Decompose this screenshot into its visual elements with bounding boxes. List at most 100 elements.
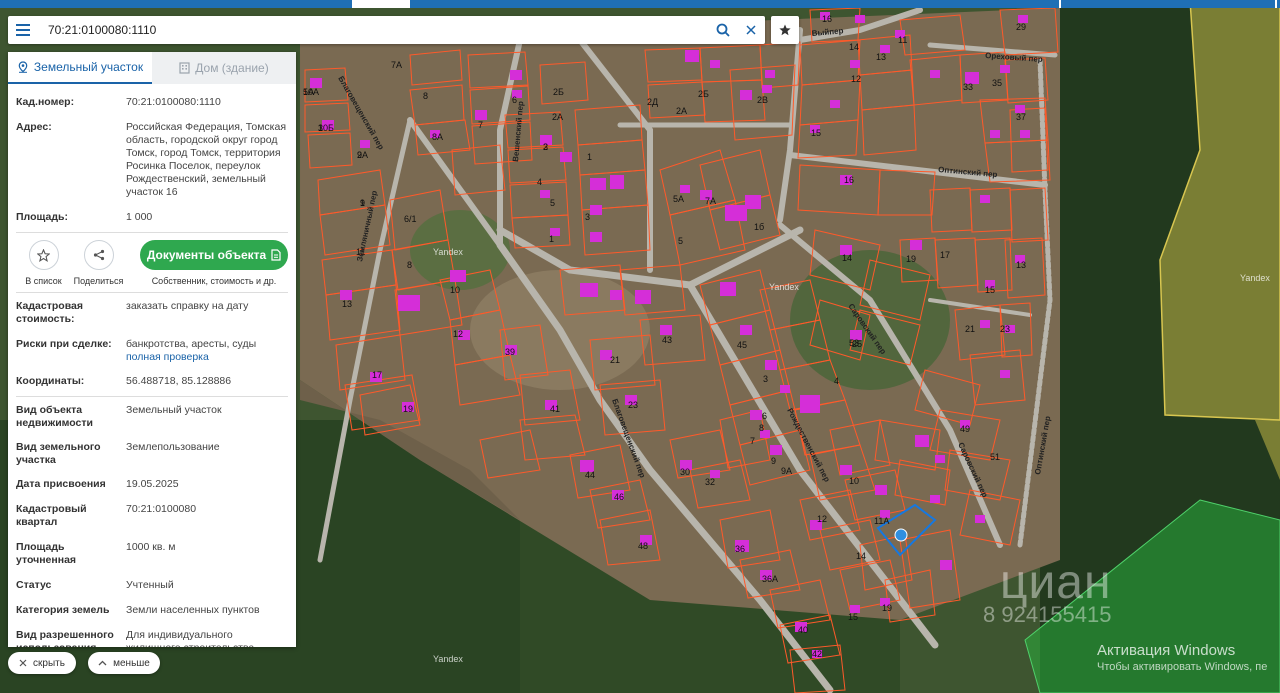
category-value: Земли населенных пунктов (126, 604, 260, 616)
parcel-number: 9А (781, 466, 792, 476)
yandex-label: Yandex (769, 282, 799, 292)
tab-house[interactable]: Дом (здание) (152, 52, 296, 84)
parcel-number: 14 (849, 42, 859, 52)
share-icon (93, 249, 104, 261)
parcel-number: 2 (357, 150, 362, 160)
category-row: Категория земель Земли населенных пункто… (8, 604, 296, 617)
cadnum-row: Кад.номер: 70:21:0100080:1110 (8, 96, 296, 109)
divider (16, 232, 288, 233)
area-value: 1 000 (126, 211, 153, 223)
parcel-number: 36А (762, 574, 778, 584)
parcel-number: 48 (638, 541, 648, 551)
yandex-label: Yandex (433, 247, 463, 257)
status-row: Статус Учтенный (8, 579, 296, 592)
document-icon (271, 249, 281, 261)
address-value: Российская Федерация, Томская область, г… (126, 121, 287, 198)
status-value: Учтенный (126, 579, 174, 591)
close-icon (19, 659, 27, 667)
order-certificate-link[interactable]: заказать справку на дату (126, 300, 288, 326)
status-label: Статус (16, 579, 52, 591)
close-icon (746, 25, 756, 35)
tab-land-plot[interactable]: Земельный участок (8, 52, 152, 84)
risks-label: Риски при сделке: (16, 338, 112, 350)
parcel-number: 5 (678, 236, 683, 246)
area-exact-row: Площадь уточненная 1000 кв. м (8, 541, 296, 567)
hide-panel-button[interactable]: скрыть (8, 652, 76, 674)
risks-value: банкротства, аресты, суды полная проверк… (126, 338, 288, 364)
parcel-number: 7 (750, 436, 755, 446)
tab-label: Земельный участок (33, 60, 144, 74)
parcel-number: 14 (842, 253, 852, 263)
parcel-number: 2Б (553, 87, 564, 97)
info-panel: Земельный участок Дом (здание) Кад.номер… (8, 52, 296, 647)
quarter-label: Кадастровый квартал (16, 503, 87, 528)
parcel-number: 37 (1016, 112, 1026, 122)
date-row: Дата присвоения 19.05.2025 (8, 478, 296, 491)
parcel-number: 53 (849, 338, 859, 348)
parcel-number: 16 (844, 175, 854, 185)
parcel-number: 12 (817, 514, 827, 524)
menu-button[interactable] (8, 16, 38, 44)
parcel-number: 11 (898, 35, 907, 45)
clear-button[interactable] (737, 16, 765, 44)
parcel-number: 44 (585, 470, 595, 480)
windows-activation-subtitle: Чтобы активировать Windows, пе (1097, 661, 1268, 673)
parcel-number: 10 (849, 476, 859, 486)
parcel-number: 15 (811, 128, 821, 138)
share-action: Поделиться (71, 240, 126, 286)
parcel-number: 40 (798, 625, 808, 635)
documents-action: Документы объекта Собственник, стоимость… (140, 240, 288, 286)
parcel-number: 5А (673, 194, 684, 204)
tabs: Земельный участок Дом (здание) (8, 52, 296, 84)
parcel-number: 2Б (698, 89, 709, 99)
share-button[interactable] (83, 240, 114, 270)
parcel-number: 3 (318, 123, 323, 133)
parcel-number: 8А (432, 132, 443, 142)
top-layer-bar (0, 0, 1280, 8)
favorites-button[interactable] (771, 16, 799, 44)
parcel-number: 15 (985, 285, 995, 295)
parcel-number: 2В (757, 95, 768, 105)
parcel-number: 19 (403, 404, 413, 414)
coords-value: 56.488718, 85.128886 (126, 375, 232, 387)
area-label: Площадь: (16, 211, 68, 223)
documents-button[interactable]: Документы объекта (140, 240, 288, 270)
add-to-list-button[interactable] (28, 240, 59, 270)
action-bar: В список Поделиться Документы объекта Со… (8, 240, 296, 292)
date-label: Дата присвоения (16, 478, 106, 490)
usage-row: Вид разрешенного использования Для индив… (8, 629, 296, 647)
search-button[interactable] (709, 16, 737, 44)
parcel-number: 19 (882, 603, 892, 613)
parcel-number: 12 (453, 329, 463, 339)
parcel-number: 13 (1016, 260, 1026, 270)
parcel-number: 6/1 (404, 214, 417, 224)
parcel-number: 3 (763, 374, 768, 384)
building-icon (179, 62, 190, 74)
less-button[interactable]: меньше (88, 652, 160, 674)
address-label: Адрес: (16, 121, 52, 133)
parcel-number: 46 (614, 492, 624, 502)
parcel-number: 13 (876, 52, 886, 62)
search-input[interactable] (38, 17, 709, 43)
parcel-number: 21 (965, 324, 975, 334)
parcel-number: 8 (759, 423, 764, 433)
parcel-number: 49 (960, 424, 970, 434)
parcel-number: 19 (906, 254, 916, 264)
parcel-number: 33 (963, 82, 973, 92)
full-check-link[interactable]: полная проверка (126, 351, 288, 364)
object-type-label: Вид объекта недвижимости (16, 404, 93, 429)
parcel-number: 51 (990, 452, 1000, 462)
hamburger-icon (16, 24, 30, 36)
parcel-number: 5А (303, 87, 314, 97)
parcel-number: 2А (676, 106, 687, 116)
cadnum-value[interactable]: 70:21:0100080:1110 (126, 96, 288, 109)
date-value: 19.05.2025 (126, 478, 179, 490)
parcel-number: 1 (549, 234, 554, 244)
parcel-number: 10 (450, 285, 460, 295)
quarter-value: 70:21:0100080 (126, 503, 197, 515)
parcel-number: 23 (628, 400, 638, 410)
coords-label: Координаты: (16, 375, 85, 387)
add-to-list-action: В список (16, 240, 71, 286)
parcel-number: 7 (478, 120, 483, 130)
parcel-number: 1 (360, 198, 365, 208)
